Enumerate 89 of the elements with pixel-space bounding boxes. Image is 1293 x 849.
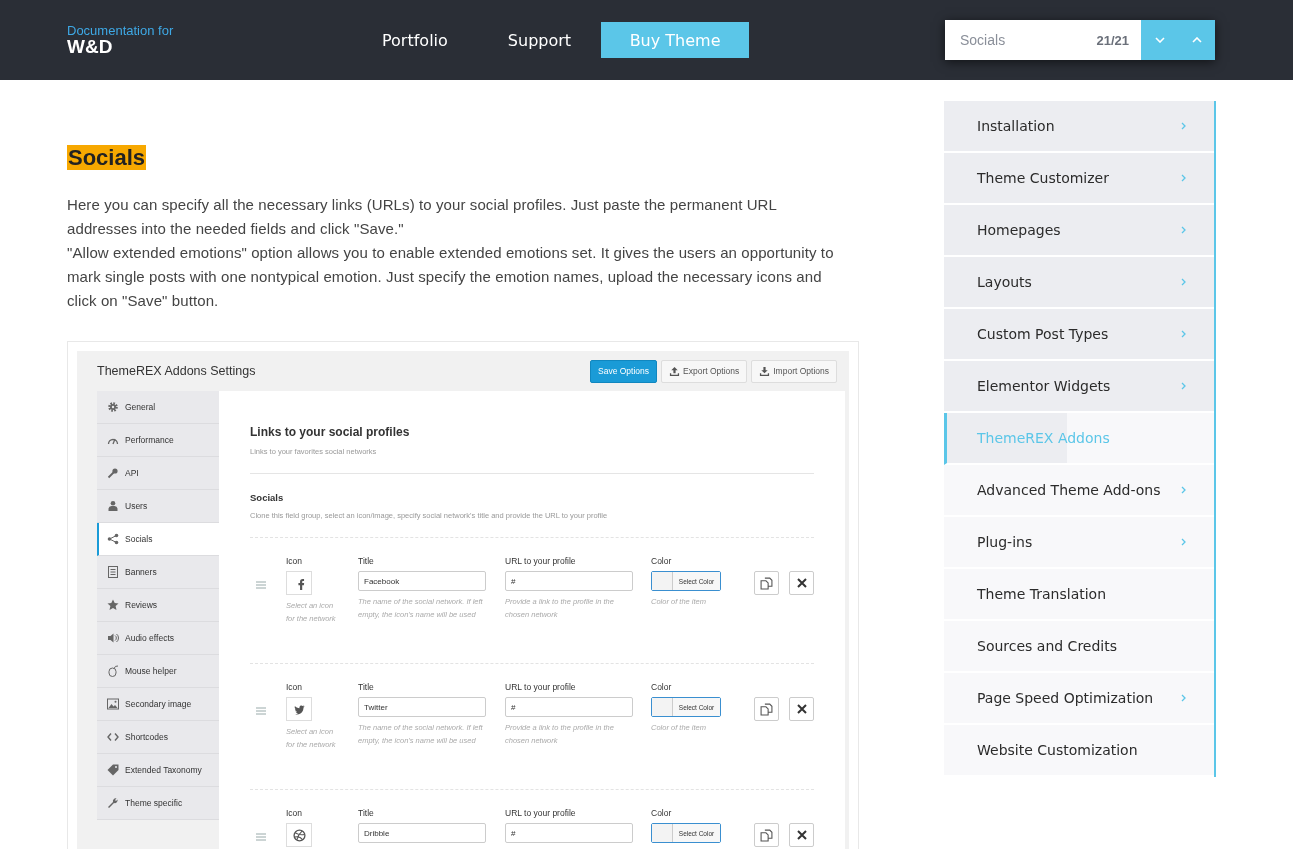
chevron-right-icon xyxy=(1181,382,1186,390)
export-button[interactable]: Export Options xyxy=(661,359,748,383)
star-icon xyxy=(107,599,119,611)
chevron-right-icon xyxy=(1181,694,1186,702)
url-field[interactable]: # xyxy=(505,823,633,843)
field-label: URL to your profile xyxy=(505,682,577,694)
section-heading: Socials xyxy=(67,145,147,170)
field-label: Color xyxy=(651,556,673,568)
import-button[interactable]: Import Options xyxy=(751,359,837,383)
chevron-right-icon xyxy=(1181,486,1186,494)
title-field[interactable]: Twitter xyxy=(358,697,486,717)
logo-caption: Documentation for xyxy=(67,24,175,38)
field-label: Color xyxy=(651,808,673,820)
field-label: Icon xyxy=(286,808,304,820)
url-field[interactable]: # xyxy=(505,571,633,591)
key-icon xyxy=(107,467,119,479)
paragraph: Here you can specify all the necessary links (URLs) to your social profiles. Just paste the permanent URL addresses into the needed fields and click "Save." xyxy=(67,195,778,239)
document-icon xyxy=(107,566,119,578)
sidebar-item[interactable]: Page Speed Optimization xyxy=(944,673,1214,725)
field-label: Color xyxy=(651,682,673,694)
sidebar-item[interactable]: Advanced Theme Add-ons xyxy=(944,465,1214,517)
drag-handle-icon xyxy=(256,833,266,841)
field-label: Title xyxy=(358,808,375,820)
logo[interactable]: W&D xyxy=(67,38,382,56)
clone-button[interactable] xyxy=(754,697,779,721)
sidebar-item[interactable]: Theme Customizer xyxy=(944,153,1214,205)
tag-icon xyxy=(107,764,119,776)
group-title: Socials xyxy=(250,492,285,503)
chevron-right-icon xyxy=(1181,122,1186,130)
copy-icon xyxy=(760,702,773,716)
close-icon xyxy=(796,704,807,714)
icon-picker[interactable] xyxy=(286,697,312,721)
close-icon xyxy=(796,578,807,588)
upload-icon xyxy=(669,365,680,377)
paragraph: "Allow extended emotions" option allows you to enable extended emotions set. It gives the users an opportunity to mark single posts with one nontypical emotion. Just specify the emotion names, upload the necessary icons and click on "Save" button. xyxy=(67,243,835,311)
match-count: 21/21 xyxy=(1096,32,1130,48)
delete-button[interactable] xyxy=(789,697,814,721)
nav-link[interactable]: Portfolio xyxy=(382,30,478,50)
image-icon xyxy=(107,698,119,710)
chevron-right-icon xyxy=(1181,278,1186,286)
url-field[interactable]: # xyxy=(505,697,633,717)
icon-picker[interactable] xyxy=(286,823,312,847)
chevron-right-icon xyxy=(1181,538,1186,546)
sidebar-item[interactable]: Theme Translation xyxy=(944,569,1214,621)
delete-button[interactable] xyxy=(789,823,814,847)
clone-button[interactable] xyxy=(754,823,779,847)
download-icon xyxy=(759,365,771,377)
chevron-right-icon xyxy=(1181,174,1186,182)
field-label: Title xyxy=(358,682,375,694)
settings-title: ThemeREX Addons Settings xyxy=(97,364,256,378)
user-icon xyxy=(107,500,119,512)
speaker-icon xyxy=(107,632,119,644)
sidebar-item[interactable]: Elementor Widgets xyxy=(944,361,1214,413)
chevron-right-icon xyxy=(1181,330,1186,338)
settings-menu-item[interactable]: Socials xyxy=(97,523,219,556)
sidebar-item[interactable]: Plug-ins xyxy=(944,517,1214,569)
title-field[interactable]: Dribble xyxy=(358,823,486,843)
clone-button[interactable] xyxy=(754,571,779,595)
drag-handle-icon xyxy=(256,707,266,715)
search-value: Socials xyxy=(959,32,1007,48)
close-icon xyxy=(796,830,807,840)
field-label: Icon xyxy=(286,682,304,694)
sidebar-item[interactable]: Layouts xyxy=(944,257,1214,309)
share-icon xyxy=(107,533,119,545)
section-title: Links to your social profiles xyxy=(250,425,411,439)
field-label: URL to your profile xyxy=(505,808,577,820)
field-label: Title xyxy=(358,556,375,568)
chevron-right-icon xyxy=(1181,226,1186,234)
mouse-icon xyxy=(107,665,119,677)
icon-picker[interactable] xyxy=(286,571,312,595)
chevron-up-icon xyxy=(1191,37,1202,43)
sidebar-item[interactable]: Homepages xyxy=(944,205,1214,257)
sidebar-item[interactable]: Sources and Credits xyxy=(944,621,1214,673)
drag-handle-icon xyxy=(256,581,266,589)
code-icon xyxy=(107,731,119,743)
ball-icon xyxy=(292,828,306,842)
field-label: URL to your profile xyxy=(505,556,577,568)
gear-icon xyxy=(107,401,119,413)
nav-link[interactable]: Support xyxy=(477,30,602,50)
sidebar-item[interactable]: Website Customization xyxy=(944,725,1214,777)
sidebar-item[interactable]: Custom Post Types xyxy=(944,309,1214,361)
wrench-icon xyxy=(107,797,119,809)
copy-icon xyxy=(760,576,773,590)
copy-icon xyxy=(760,828,773,842)
sidebar-item[interactable]: Installation xyxy=(944,101,1214,153)
chevron-down-icon xyxy=(1154,37,1165,43)
title-field[interactable]: Facebook xyxy=(358,571,486,591)
field-label: Icon xyxy=(286,556,304,568)
delete-button[interactable] xyxy=(789,571,814,595)
